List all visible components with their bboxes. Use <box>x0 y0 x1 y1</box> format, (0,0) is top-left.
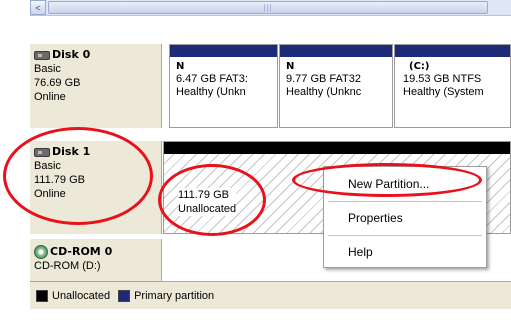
menu-item-properties[interactable]: Properties <box>348 209 403 227</box>
disk-0-size: 76.69 GB <box>34 77 81 89</box>
disk-1-label[interactable]: Disk 1 Basic 111.79 GB Online <box>30 141 162 234</box>
unallocated-swatch <box>36 289 48 302</box>
disk-0-row: Disk 0 Basic 76.69 GB Online N 6.47 GB F… <box>30 44 511 128</box>
disk-0-status: Online <box>34 91 66 103</box>
primary-partition-bar <box>170 45 277 57</box>
unallocated-label: Unallocated <box>178 203 237 215</box>
partition-name: N <box>286 61 295 72</box>
horizontal-scrollbar[interactable]: < ||| <box>30 0 511 16</box>
partition-info: 6.47 GB FAT3: <box>176 73 248 85</box>
partition-status: Healthy (Unkn <box>176 86 246 98</box>
grip-icon: ||| <box>263 3 273 12</box>
disk-0-partition-2[interactable]: N 9.77 GB FAT32 Healthy (Unknc <box>279 44 393 128</box>
scroll-thumb[interactable]: ||| <box>48 1 488 14</box>
unallocated-size: 111.79 GB <box>178 189 229 201</box>
disk-0-partition-1[interactable]: N 6.47 GB FAT3: Healthy (Unkn <box>169 44 278 128</box>
scroll-left-button[interactable]: < <box>30 0 46 15</box>
cd-rom-icon <box>34 245 48 259</box>
partition-info: 19.53 GB NTFS <box>403 73 482 85</box>
menu-separator <box>328 201 482 202</box>
cdrom-drive: CD-ROM (D:) <box>34 260 101 272</box>
legend-bar: Unallocated Primary partition <box>30 281 511 309</box>
legend-primary: Primary partition <box>134 289 215 302</box>
disk-0-name: Disk 0 <box>52 48 91 61</box>
cdrom-name: CD-ROM 0 <box>50 245 113 258</box>
disk-0-label[interactable]: Disk 0 Basic 76.69 GB Online <box>30 44 162 128</box>
partition-status: Healthy (System <box>403 86 484 98</box>
disk-1-name: Disk 1 <box>52 145 91 158</box>
disk-0-partition-3[interactable]: (C:) 19.53 GB NTFS Healthy (System <box>394 44 511 128</box>
partition-status: Healthy (Unknc <box>286 86 362 98</box>
partition-info: 9.77 GB FAT32 <box>286 73 362 85</box>
hard-disk-icon <box>34 50 50 60</box>
partition-name: N <box>176 61 185 72</box>
primary-partition-swatch <box>118 289 131 302</box>
menu-separator <box>328 235 482 236</box>
disk-0-type: Basic <box>34 63 61 75</box>
disk-1-size: 111.79 GB <box>34 174 85 186</box>
disk-1-status: Online <box>34 188 66 200</box>
unallocated-bar <box>164 142 510 154</box>
cdrom-label[interactable]: CD-ROM 0 CD-ROM (D:) <box>30 239 162 281</box>
menu-item-new-partition[interactable]: New Partition... <box>348 175 429 193</box>
disk-1-type: Basic <box>34 160 61 172</box>
unallocated-text: 111.79 GB Unallocated <box>178 188 237 216</box>
context-menu: New Partition... Properties Help <box>323 166 487 268</box>
chevron-left-icon: < <box>35 2 41 13</box>
partition-name: (C:) <box>409 61 430 72</box>
primary-partition-bar <box>395 45 510 57</box>
menu-item-help[interactable]: Help <box>348 243 373 261</box>
hard-disk-icon <box>34 147 50 157</box>
legend-unallocated: Unallocated <box>52 289 111 302</box>
primary-partition-bar <box>280 45 392 57</box>
